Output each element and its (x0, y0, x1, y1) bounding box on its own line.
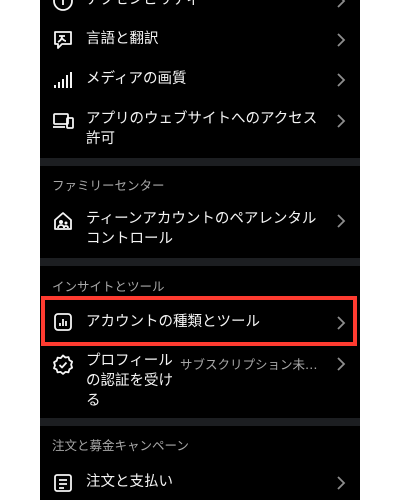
signal-bars-icon (52, 69, 74, 91)
verified-badge-icon (52, 354, 74, 376)
settings-row-verification[interactable]: プロフィール の認証を受け る サブスクリプション未… (40, 348, 360, 414)
settings-row-label: アクセシビリティ (86, 0, 201, 8)
family-home-icon (52, 210, 74, 232)
chevron-right-icon (336, 476, 346, 490)
chevron-right-icon (336, 357, 346, 371)
subscription-status: サブスクリプション未… (180, 357, 318, 372)
section-divider (40, 418, 360, 426)
settings-row-label-line2: コントロール (86, 231, 173, 247)
section-heading-orders: 注文と募金キャンペーン (52, 438, 189, 453)
settings-row-orders-payments[interactable]: 注文と支払い (40, 464, 360, 500)
chevron-right-icon (336, 114, 346, 128)
settings-screen: アクセシビリティ 言語と翻訳 メディアの画質 アプリのウェブサイトへのアクセス … (40, 0, 360, 500)
settings-row-label-line1: プロフィール (86, 353, 173, 369)
section-divider (40, 158, 360, 166)
section-divider (40, 258, 360, 266)
section-heading-family-center: ファミリーセンター (52, 178, 165, 193)
section-heading-insights: インサイトとツール (52, 279, 165, 294)
settings-row-media-quality[interactable]: メディアの画質 (40, 60, 360, 100)
settings-row-teen-controls[interactable]: ティーンアカウントのペアレンタル コントロール (40, 200, 360, 256)
settings-row-label: 注文と支払い (86, 474, 173, 490)
settings-row-app-permissions[interactable]: アプリのウェブサイトへのアクセス 許可 (40, 100, 360, 156)
receipt-icon (52, 472, 74, 494)
chevron-right-icon (336, 214, 346, 228)
translate-icon (52, 29, 74, 51)
settings-row-label-line2: 許可 (86, 131, 115, 147)
highlight-box (41, 296, 357, 346)
chevron-right-icon (336, 33, 346, 47)
settings-row-label-line3: る (86, 393, 101, 409)
chevron-right-icon (336, 73, 346, 87)
settings-row-label: メディアの画質 (86, 71, 187, 87)
settings-row-label-line2: の認証を受け (86, 373, 173, 389)
settings-row-label-line1: アプリのウェブサイトへのアクセス (86, 111, 318, 127)
settings-row-label: 言語と翻訳 (86, 31, 159, 47)
devices-icon (52, 110, 74, 132)
settings-row-language[interactable]: 言語と翻訳 (40, 20, 360, 60)
settings-row-label-line1: ティーンアカウントのペアレンタル (86, 211, 317, 227)
chevron-right-icon (336, 0, 346, 8)
accessibility-icon (52, 0, 74, 12)
settings-row-accessibility[interactable]: アクセシビリティ (40, 0, 360, 14)
